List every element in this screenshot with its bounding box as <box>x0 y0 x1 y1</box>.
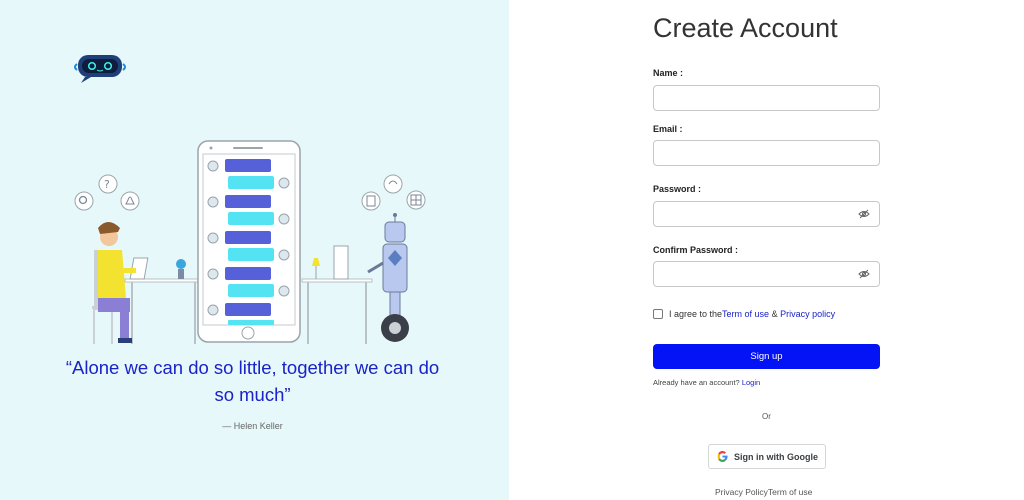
bot-logo-icon <box>74 55 126 83</box>
svg-text:?: ? <box>104 178 110 191</box>
eye-slash-icon[interactable] <box>858 269 870 279</box>
left-panel: ? “Alone we can do so little, together w… <box>0 0 509 500</box>
terms-checkbox[interactable] <box>653 309 663 319</box>
terms-agreement: I agree to the Term of use & Privacy pol… <box>653 309 835 319</box>
email-field[interactable] <box>653 140 880 166</box>
eye-slash-icon[interactable] <box>858 209 870 219</box>
google-icon <box>717 451 728 462</box>
agree-prefix-text: I agree to the <box>669 309 723 319</box>
password-field[interactable] <box>653 201 880 227</box>
google-signin-button[interactable]: Sign in with Google <box>708 444 826 469</box>
chatbot-illustration: ? <box>74 140 426 344</box>
name-label: Name : <box>653 68 684 78</box>
have-account-text: Already have an account? Login <box>653 378 760 387</box>
terms-of-use-link[interactable]: Term of use <box>722 309 769 319</box>
or-divider-text: Or <box>762 412 771 421</box>
confirm-password-label: Confirm Password : <box>653 245 739 255</box>
agree-ampersand: & <box>769 309 781 319</box>
quote-author: — Helen Keller <box>222 421 283 431</box>
footer-links: Privacy PolicyTerm of use <box>715 487 812 497</box>
signup-button[interactable]: Sign up <box>653 344 880 369</box>
footer-term-of-use-link[interactable]: Term of use <box>768 487 812 497</box>
footer-privacy-policy-link[interactable]: Privacy Policy <box>715 487 768 497</box>
privacy-policy-link[interactable]: Privacy policy <box>780 309 835 319</box>
have-account-prefix: Already have an account? <box>653 378 742 387</box>
confirm-password-field[interactable] <box>653 261 880 287</box>
password-label: Password : <box>653 184 702 194</box>
login-link[interactable]: Login <box>742 378 760 387</box>
quote-text: “Alone we can do so little, together we … <box>65 357 440 405</box>
name-field[interactable] <box>653 85 880 111</box>
page-title: Create Account <box>653 13 838 43</box>
email-label: Email : <box>653 124 683 134</box>
signup-form-panel: Create Account Name : Email : Password :… <box>509 0 1024 500</box>
google-signin-label: Sign in with Google <box>734 451 818 462</box>
